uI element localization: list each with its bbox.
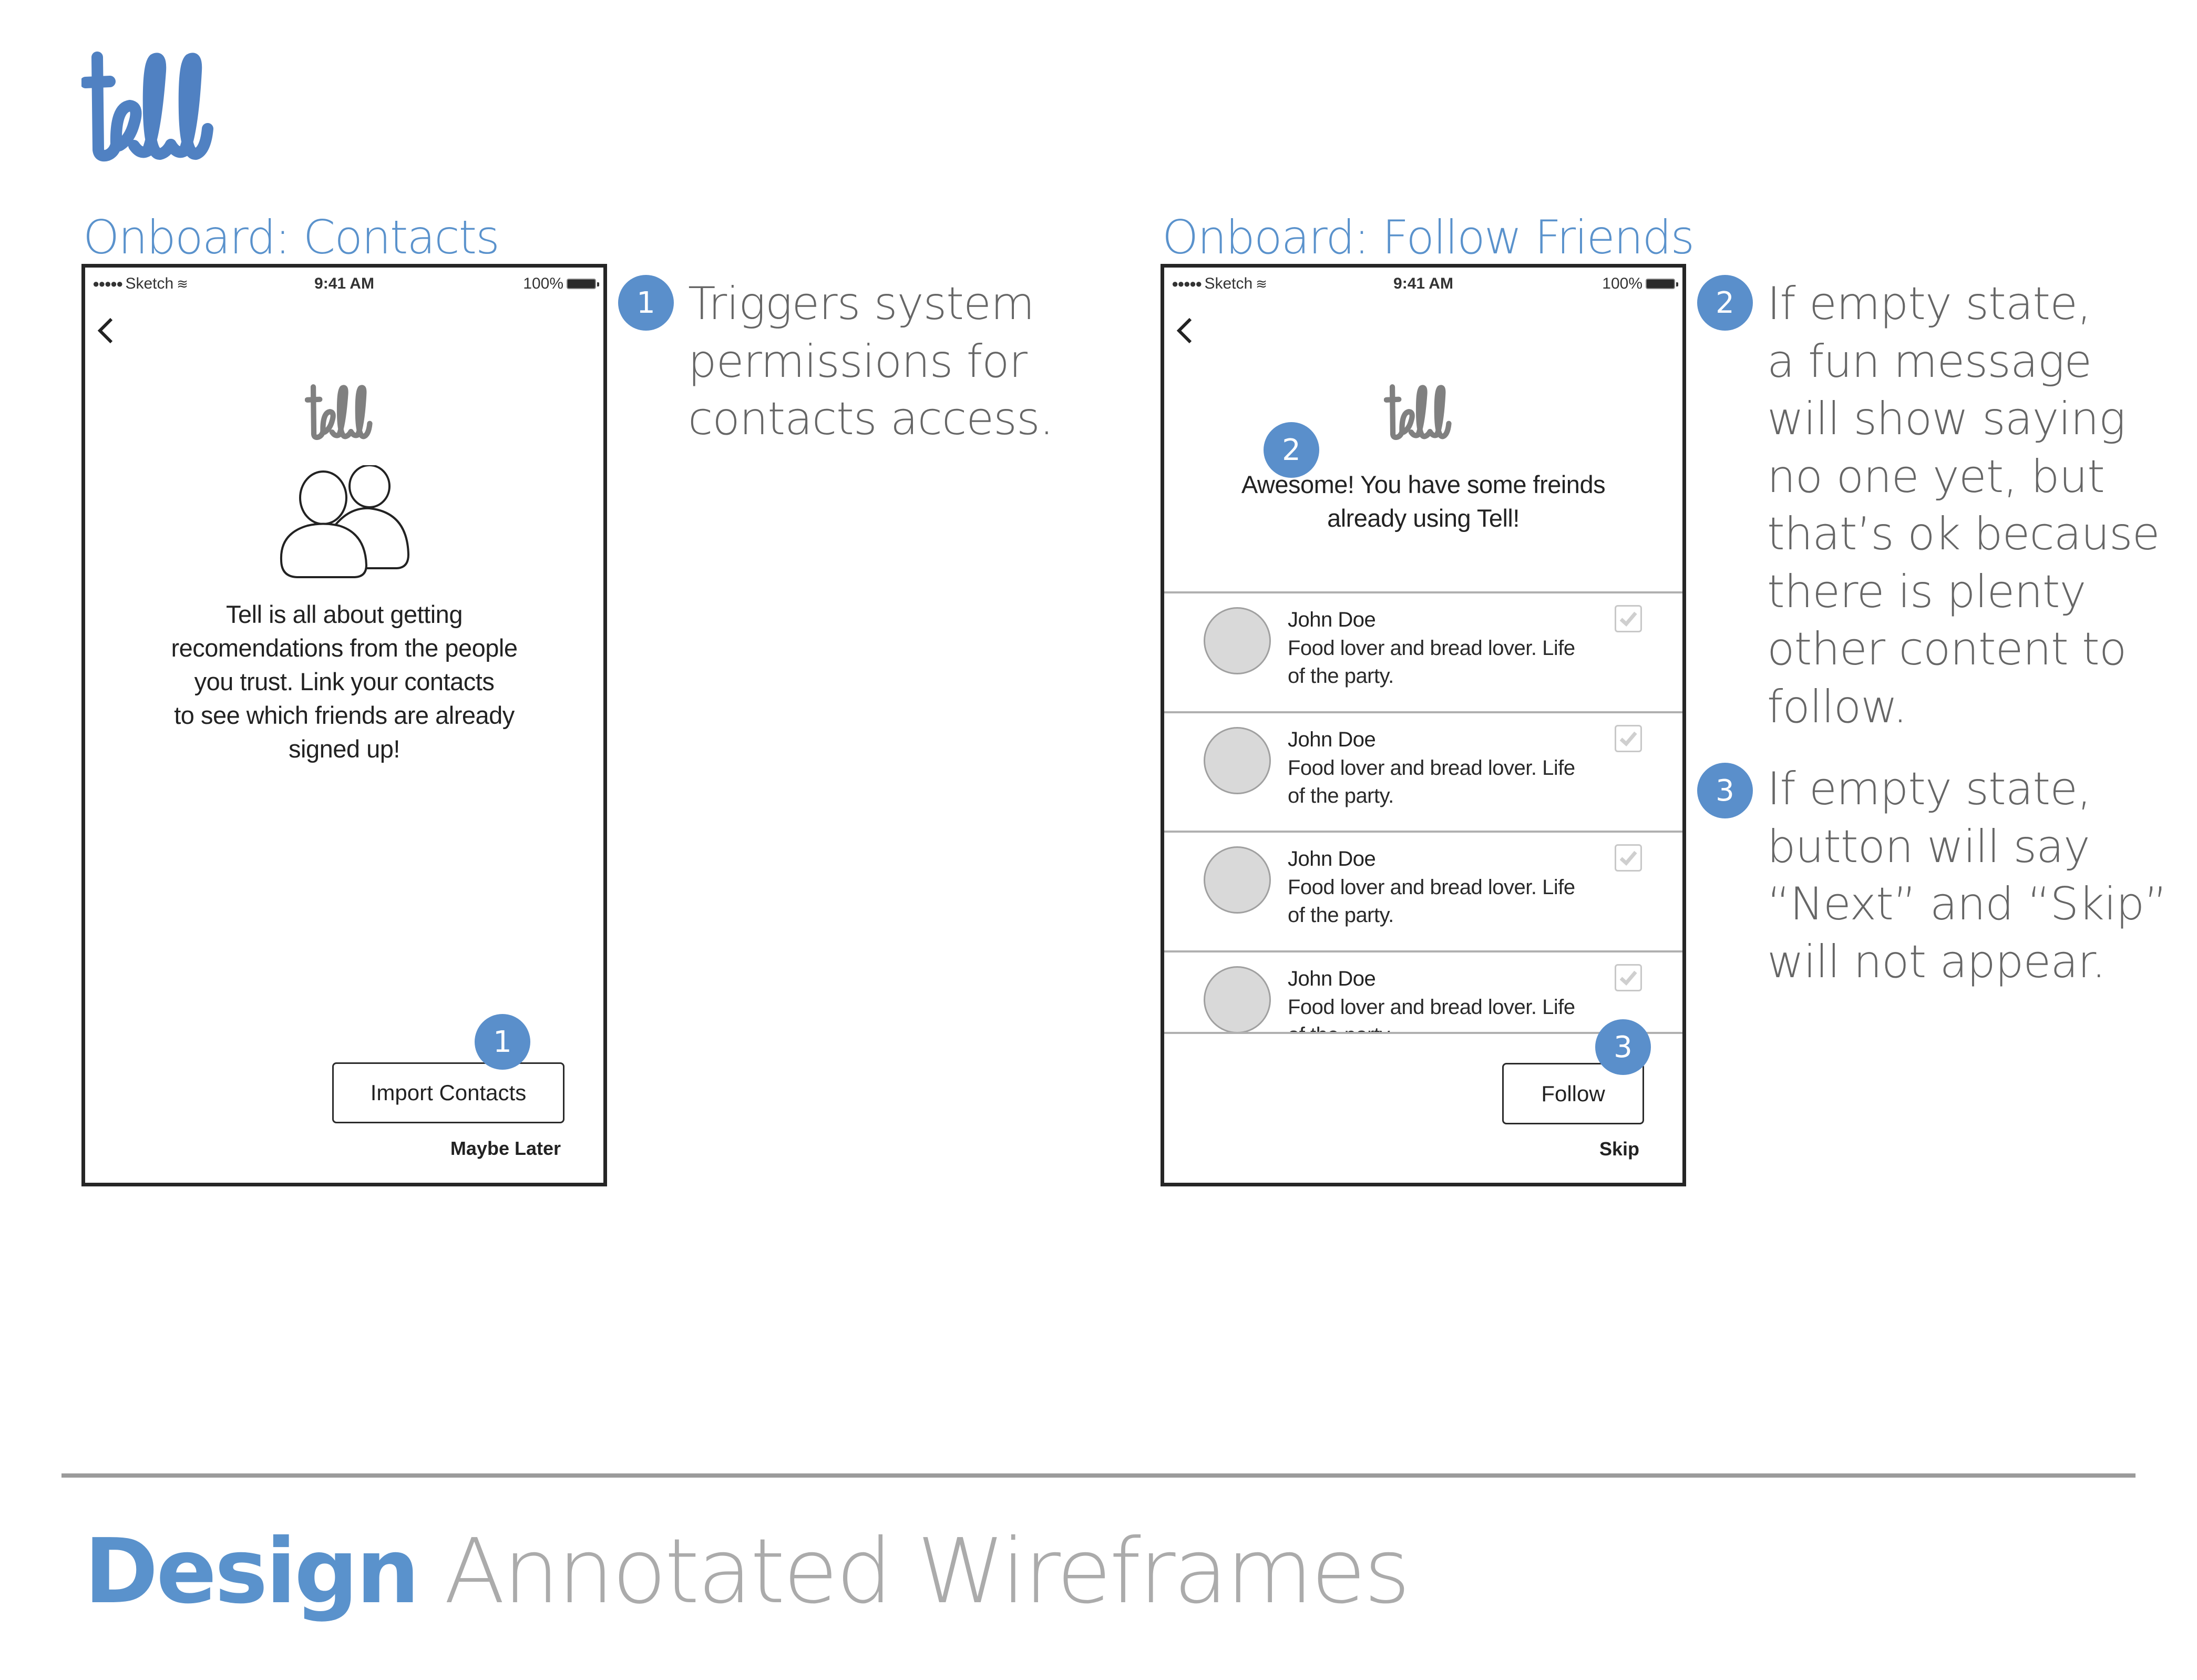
annotation-badge-2: 2: [1697, 275, 1753, 331]
note-line: Triggers system: [688, 278, 1035, 330]
intro-line: signed up!: [289, 735, 400, 763]
note-line: follow.: [1767, 680, 1907, 733]
friend-bio: Food lover and bread lover. Life of the …: [1288, 993, 1624, 1032]
bio-line: of the party.: [1288, 784, 1394, 807]
footer-title: Design Annotated Wireframes: [84, 1527, 1410, 1616]
note-line: no one yet, but: [1767, 450, 2105, 503]
note-line: If empty state,: [1767, 278, 2091, 330]
note-line: a fun message: [1767, 335, 2092, 388]
note-line: “Next” and “Skip”: [1767, 878, 2168, 930]
back-chevron-icon[interactable]: [96, 315, 117, 346]
annotation-badge-1: 1: [475, 1014, 530, 1070]
note-line: there is plenty: [1767, 565, 2086, 618]
phone-contacts-screen: ●●●●● Sketch ≋ 9:41 AM 100% Tell is all ab…: [81, 264, 607, 1186]
intro-line: Tell is all about getting: [226, 600, 463, 628]
annotation-note-2: If empty state, a fun message will show …: [1767, 275, 2160, 736]
annotation-note-1: Triggers system permissions for contacts…: [688, 275, 1054, 448]
note-line: will not appear.: [1767, 935, 2106, 988]
tell-logo-gray: [1384, 384, 1452, 441]
friend-list-item[interactable]: John Doe Food lover and bread lover. Lif…: [1164, 593, 1682, 711]
intro-line: you trust. Link your contacts: [194, 668, 495, 695]
note-line: will show saying: [1767, 393, 2126, 445]
note-line: button will say: [1767, 820, 2090, 873]
contacts-people-icon: [280, 465, 410, 578]
annotation-note-3: If empty state, button will say “Next” a…: [1767, 761, 2168, 991]
friend-name: John Doe: [1288, 847, 1376, 870]
status-bar: ●●●●● Sketch ≋ 9:41 AM 100%: [85, 275, 603, 296]
friend-list-item[interactable]: John Doe Food lover and bread lover. Lif…: [1164, 713, 1682, 831]
friend-bio: Food lover and bread lover. Life of the …: [1288, 754, 1624, 810]
bio-line: of the party.: [1288, 664, 1394, 688]
maybe-later-link[interactable]: Maybe Later: [450, 1138, 561, 1160]
friends-found-headline: Awesome! You have some freinds already u…: [1164, 468, 1682, 535]
skip-link[interactable]: Skip: [1599, 1138, 1639, 1160]
friend-list-item[interactable]: John Doe Food lover and bread lover. Lif…: [1164, 833, 1682, 950]
bio-line: Food lover and bread lover. Life: [1288, 637, 1575, 660]
footer-divider: [61, 1473, 2136, 1478]
follow-checkbox[interactable]: [1615, 844, 1642, 872]
footer-title-strong: Design: [84, 1520, 420, 1624]
phone-follow-friends-screen: ●●●●● Sketch ≋ 9:41 AM 100% Awesome! You h…: [1161, 264, 1686, 1186]
friend-name: John Doe: [1288, 728, 1376, 751]
headline-line: already using Tell!: [1327, 504, 1520, 532]
annotation-badge-3: 3: [1697, 763, 1753, 818]
battery-percent: 100%: [1602, 275, 1642, 292]
tell-logo-gray: [305, 384, 373, 441]
screen-title-follow-friends: Onboard: Follow Friends: [1162, 210, 1695, 264]
annotation-badge-2: 2: [1264, 422, 1319, 478]
avatar: [1204, 727, 1271, 794]
intro-line: recomendations from the people: [171, 634, 518, 662]
note-line: If empty state,: [1767, 763, 2091, 815]
friend-bio: Food lover and bread lover. Life of the …: [1288, 874, 1624, 929]
bio-line: Food lover and bread lover. Life: [1288, 996, 1575, 1019]
battery-icon: [1646, 279, 1678, 289]
footer-title-light: Annotated Wireframes: [444, 1520, 1411, 1624]
bio-line: of the party.: [1288, 904, 1394, 927]
avatar: [1204, 846, 1271, 914]
screen-title-contacts: Onboard: Contacts: [83, 210, 500, 264]
follow-checkbox[interactable]: [1615, 605, 1642, 632]
friend-bio: Food lover and bread lover. Life of the …: [1288, 634, 1624, 690]
bio-line: Food lover and bread lover. Life: [1288, 876, 1575, 899]
note-line: permissions for: [688, 335, 1028, 388]
friend-name: John Doe: [1288, 608, 1376, 631]
note-line: that’s ok because: [1767, 508, 2160, 560]
friend-name: John Doe: [1288, 967, 1376, 990]
back-chevron-icon[interactable]: [1175, 315, 1196, 346]
tell-logo: [81, 52, 213, 162]
contacts-intro-text: Tell is all about getting recomendations…: [85, 598, 603, 766]
headline-line: Awesome! You have some freinds: [1241, 470, 1606, 498]
bio-line: of the party.: [1288, 1021, 1624, 1032]
battery-percent: 100%: [523, 275, 563, 292]
follow-checkbox[interactable]: [1615, 964, 1642, 991]
import-contacts-button[interactable]: Import Contacts: [332, 1062, 564, 1123]
avatar: [1204, 607, 1271, 674]
annotation-badge-3: 3: [1595, 1019, 1651, 1075]
avatar: [1204, 966, 1271, 1032]
battery-icon: [567, 279, 599, 289]
status-bar: ●●●●● Sketch ≋ 9:41 AM 100%: [1164, 275, 1682, 296]
note-line: other content to: [1767, 623, 2127, 675]
follow-checkbox[interactable]: [1615, 725, 1642, 752]
friend-list-item[interactable]: John Doe Food lover and bread lover. Lif…: [1164, 952, 1682, 1032]
annotation-badge-1: 1: [618, 275, 674, 331]
note-line: contacts access.: [688, 393, 1054, 445]
intro-line: to see which friends are already: [174, 701, 515, 729]
bio-line: Food lover and bread lover. Life: [1288, 756, 1575, 780]
